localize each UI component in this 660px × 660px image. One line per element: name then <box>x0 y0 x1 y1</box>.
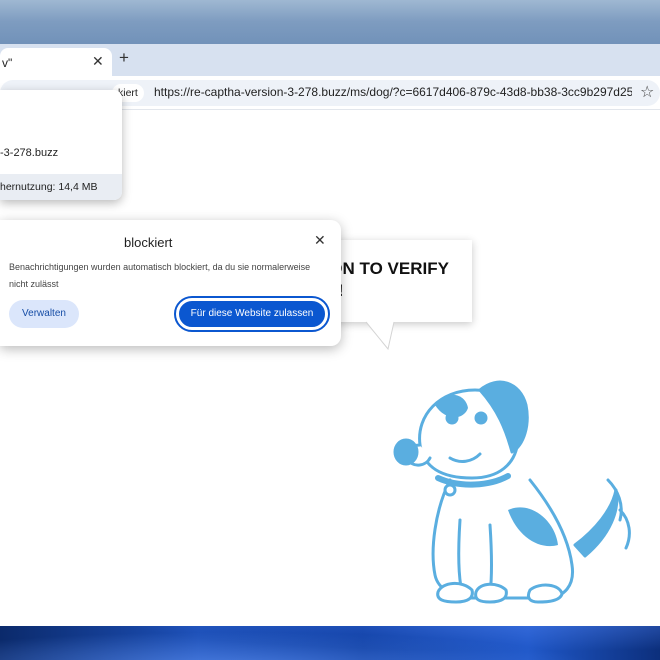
browser-window: v" ✕ + kiert https://re-captha-version-3… <box>0 44 660 626</box>
tab-close-icon[interactable]: ✕ <box>92 53 104 70</box>
desktop-wallpaper-bottom <box>0 626 660 660</box>
desktop-wallpaper-top <box>0 0 660 48</box>
new-tab-plus-icon[interactable]: + <box>119 48 129 68</box>
popup-close-icon[interactable]: ✕ <box>314 232 326 249</box>
hover-card-domain: -3-278.buzz <box>0 147 59 159</box>
hover-card-memory-usage: hernutzung: 14,4 MB <box>0 174 122 200</box>
tab-hover-card: -3-278.buzz hernutzung: 14,4 MB <box>0 90 122 200</box>
allow-for-site-button[interactable]: Für diese Website zulassen <box>174 296 330 332</box>
popup-description: Benachrichtigungen wurden automatisch bl… <box>9 262 311 289</box>
notification-permission-popup: blockiert ✕ Benachrichtigungen wurden au… <box>0 220 341 346</box>
manage-button[interactable]: Verwalten <box>9 300 79 328</box>
tab-title: v" <box>2 56 13 70</box>
tab-active[interactable]: v" ✕ <box>0 48 112 76</box>
url-text[interactable]: https://re-captha-version-3-278.buzz/ms/… <box>154 85 632 99</box>
popup-title: blockiert <box>124 235 173 250</box>
tab-strip: v" ✕ + <box>0 44 660 76</box>
bookmark-star-icon[interactable]: ☆ <box>640 82 654 102</box>
dog-illustration <box>393 380 631 604</box>
speech-bubble-tail <box>365 321 395 351</box>
